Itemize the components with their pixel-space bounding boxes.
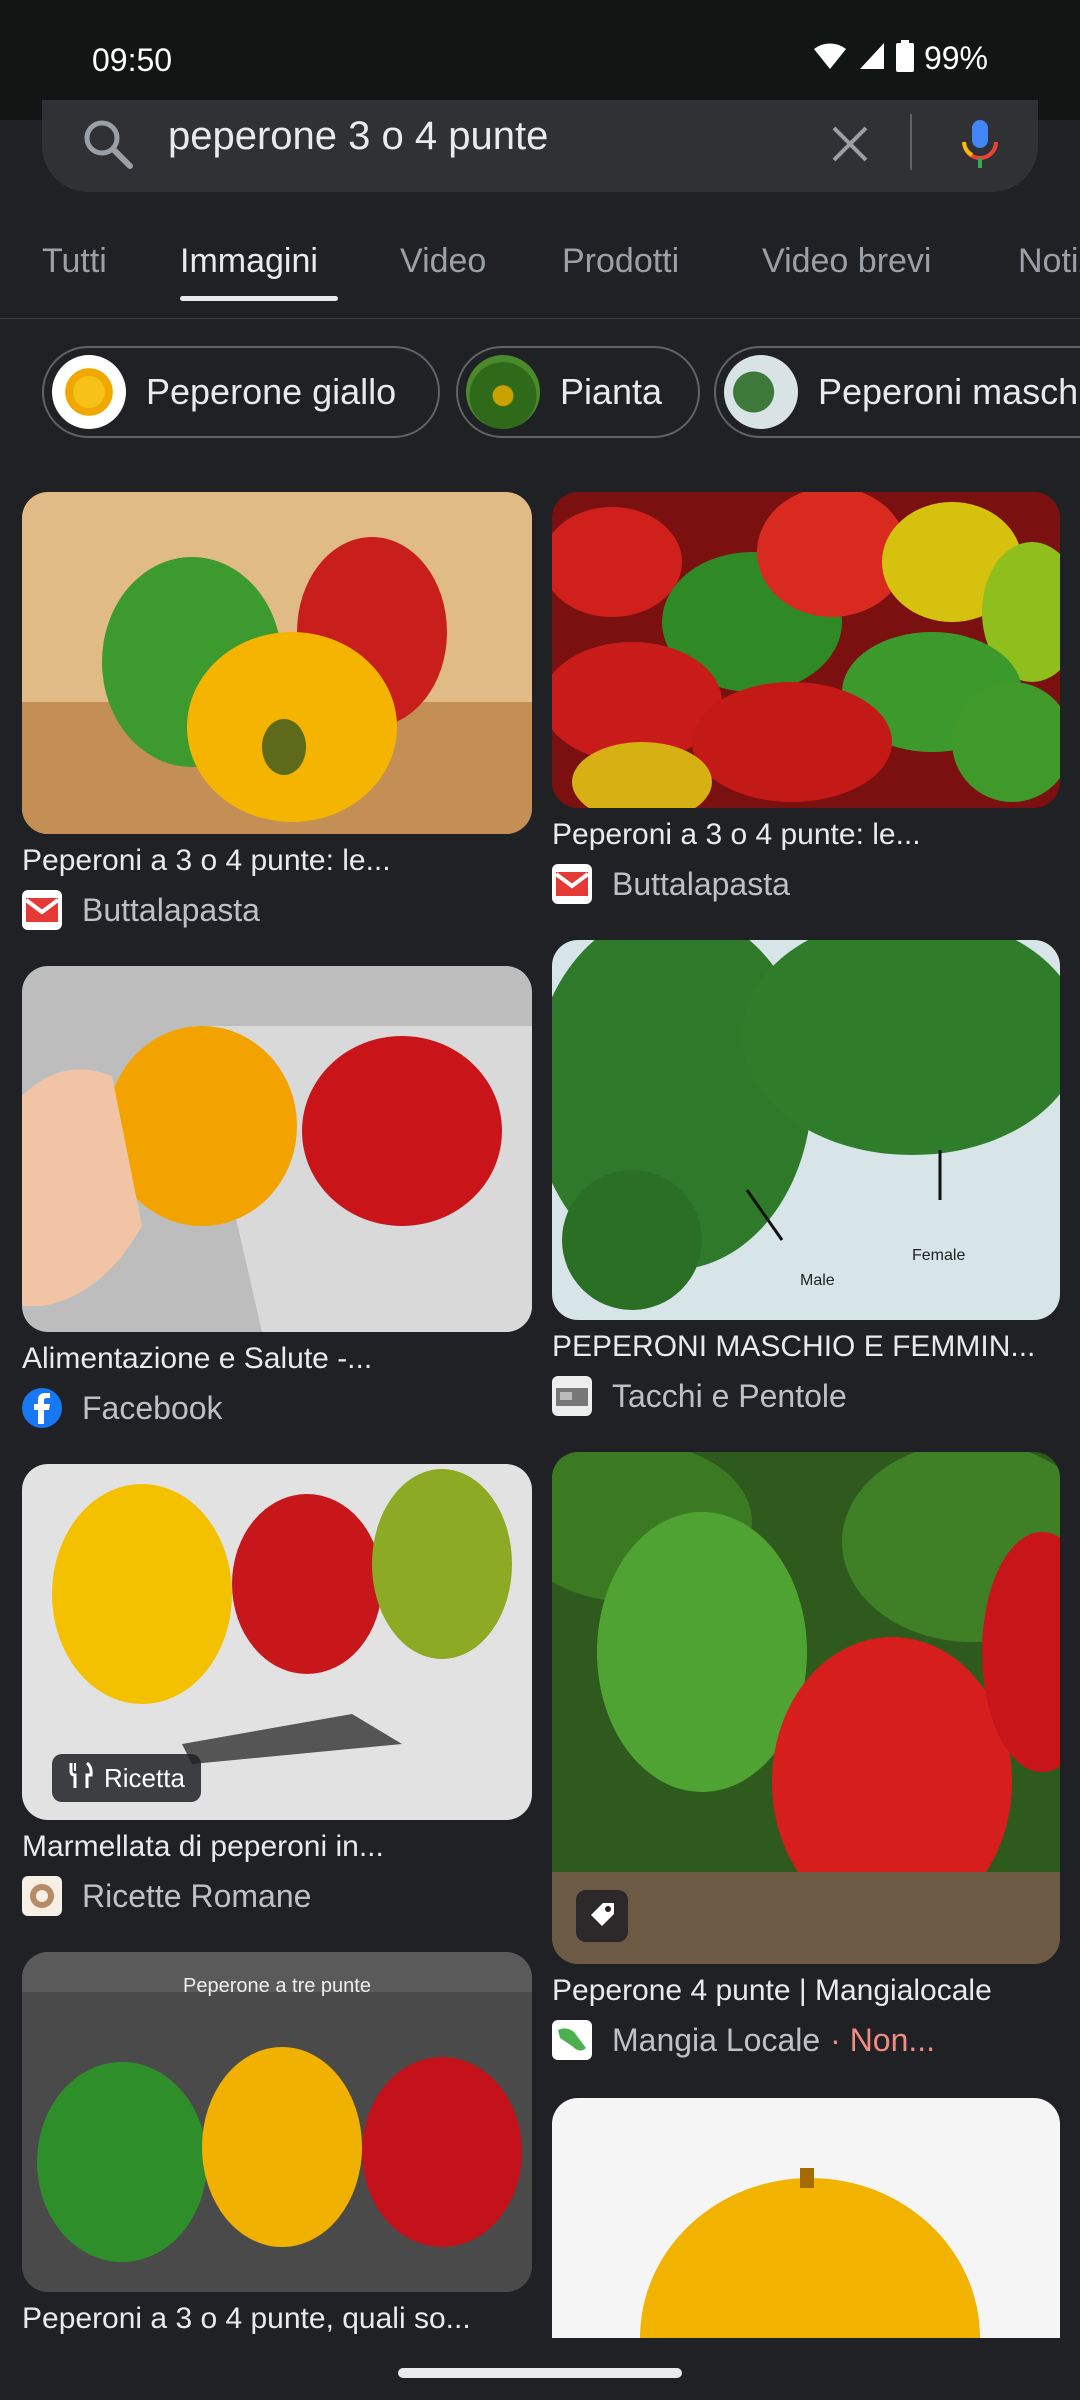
facebook-icon (22, 1388, 62, 1428)
result-image[interactable]: Male Female (552, 940, 1060, 1320)
image-result-1[interactable]: Peperoni a 3 o 4 punte: le... Buttalapas… (22, 492, 532, 932)
recipe-badge: Ricetta (52, 1754, 201, 1802)
image-label-male: Male (800, 1272, 835, 1289)
tab-video-brevi[interactable]: Video brevi (762, 242, 932, 281)
buttalapasta-favicon (22, 890, 62, 930)
product-tag-badge (576, 1890, 628, 1942)
status-time: 09:50 (92, 42, 173, 78)
tag-icon (587, 1899, 617, 1934)
chip-label: Peperone giallo (146, 371, 397, 412)
source-name: Facebook (82, 1389, 223, 1426)
result-caption[interactable]: Peperoni a 3 o 4 punte, quali so... (22, 2302, 471, 2336)
search-tabs: Tutti Immagini Video Prodotti Video brev… (0, 230, 1080, 320)
result-source[interactable]: Ricette Romane (22, 1876, 311, 1916)
wifi-icon (812, 41, 848, 76)
result-image[interactable] (552, 492, 1060, 808)
source-name: Tacchi e Pentole (612, 1377, 847, 1414)
image-result-3[interactable]: Alimentazione e Salute -... Facebook (22, 966, 532, 1436)
image-result-6[interactable]: Peperone 4 punte | Mangialocale Mangia L… (552, 1452, 1060, 2062)
tab-immagini[interactable]: Immagini (180, 242, 318, 281)
image-result-5[interactable]: Ricetta Marmellata di peperoni in... Ric… (22, 1464, 532, 1924)
result-caption[interactable]: Peperoni a 3 o 4 punte: le... (22, 844, 391, 878)
signal-icon (858, 41, 886, 76)
image-result-7[interactable]: Peperone a tre punte Peperoni a 3 o 4 pu… (22, 1952, 532, 2342)
result-source[interactable]: Buttalapasta (22, 890, 260, 930)
result-caption[interactable]: Marmellata di peperoni in... (22, 1830, 384, 1864)
result-image[interactable] (552, 2098, 1060, 2338)
search-divider (910, 114, 912, 170)
result-source[interactable]: Tacchi e Pentole (552, 1376, 847, 1416)
image-label-female: Female (912, 1247, 965, 1264)
chip-peperoni-maschio[interactable]: Peperoni maschio (714, 346, 1080, 438)
battery-percent: 99% (923, 40, 988, 76)
result-caption[interactable]: Peperoni a 3 o 4 punte: le... (552, 818, 921, 852)
battery-icon (895, 40, 914, 77)
result-image[interactable]: Peperone a tre punte (22, 1952, 532, 2292)
tab-notizie[interactable]: Notizie (1018, 242, 1080, 281)
image-title-text: Peperone a tre punte (183, 1975, 371, 1997)
result-source[interactable]: Buttalapasta (552, 864, 790, 904)
result-image[interactable]: Ricetta (22, 1464, 532, 1820)
search-icon[interactable] (80, 116, 138, 179)
result-source[interactable]: Facebook (22, 1388, 223, 1428)
active-tab-indicator (180, 296, 338, 301)
home-indicator[interactable] (398, 2368, 682, 2378)
chip-pianta[interactable]: Pianta (456, 346, 700, 438)
result-caption[interactable]: Alimentazione e Salute -... (22, 1342, 372, 1376)
recipe-icon (68, 1761, 94, 1796)
chip-thumbnail (52, 355, 126, 429)
chip-label: Peperoni maschio (818, 371, 1080, 412)
result-image[interactable] (22, 966, 532, 1332)
source-name: Mangia Locale (612, 2021, 821, 2058)
image-result-4[interactable]: Male Female PEPERONI MASCHIO E FEMMIN...… (552, 940, 1060, 1420)
recipe-badge-label: Ricetta (104, 1762, 185, 1793)
tab-prodotti[interactable]: Prodotti (562, 242, 679, 281)
result-image[interactable] (552, 1452, 1060, 1964)
source-warning: · Non... (830, 2021, 936, 2058)
tab-video[interactable]: Video (400, 242, 486, 281)
tab-tutti[interactable]: Tutti (42, 242, 107, 281)
buttalapasta-favicon (552, 864, 592, 904)
result-caption[interactable]: Peperone 4 punte | Mangialocale (552, 1974, 992, 2008)
tacchi-e-pentole-favicon (552, 1376, 592, 1416)
mangia-locale-favicon (552, 2020, 592, 2060)
chip-label: Pianta (560, 371, 663, 412)
result-image[interactable] (22, 492, 532, 834)
result-caption[interactable]: PEPERONI MASCHIO E FEMMIN... (552, 1330, 1035, 1364)
chip-thumbnail (724, 355, 798, 429)
result-source[interactable]: Mangia Locale · Non... (552, 2020, 935, 2060)
source-name: Buttalapasta (612, 865, 790, 902)
close-icon[interactable] (822, 116, 878, 177)
chip-thumbnail (466, 355, 540, 429)
search-input[interactable]: peperone 3 o 4 punte (168, 114, 548, 159)
search-bar[interactable]: peperone 3 o 4 punte (42, 100, 1038, 192)
source-name: Ricette Romane (82, 1877, 312, 1914)
mic-icon[interactable] (950, 114, 1010, 179)
source-name: Buttalapasta (82, 891, 260, 928)
tabs-divider (0, 318, 1080, 319)
image-result-2[interactable]: Peperoni a 3 o 4 punte: le... Buttalapas… (552, 492, 1060, 912)
status-icons: 99% (812, 40, 988, 77)
image-result-8[interactable] (552, 2098, 1060, 2338)
chip-peperone-giallo[interactable]: Peperone giallo (42, 346, 440, 438)
ricette-romane-favicon (22, 1876, 62, 1916)
